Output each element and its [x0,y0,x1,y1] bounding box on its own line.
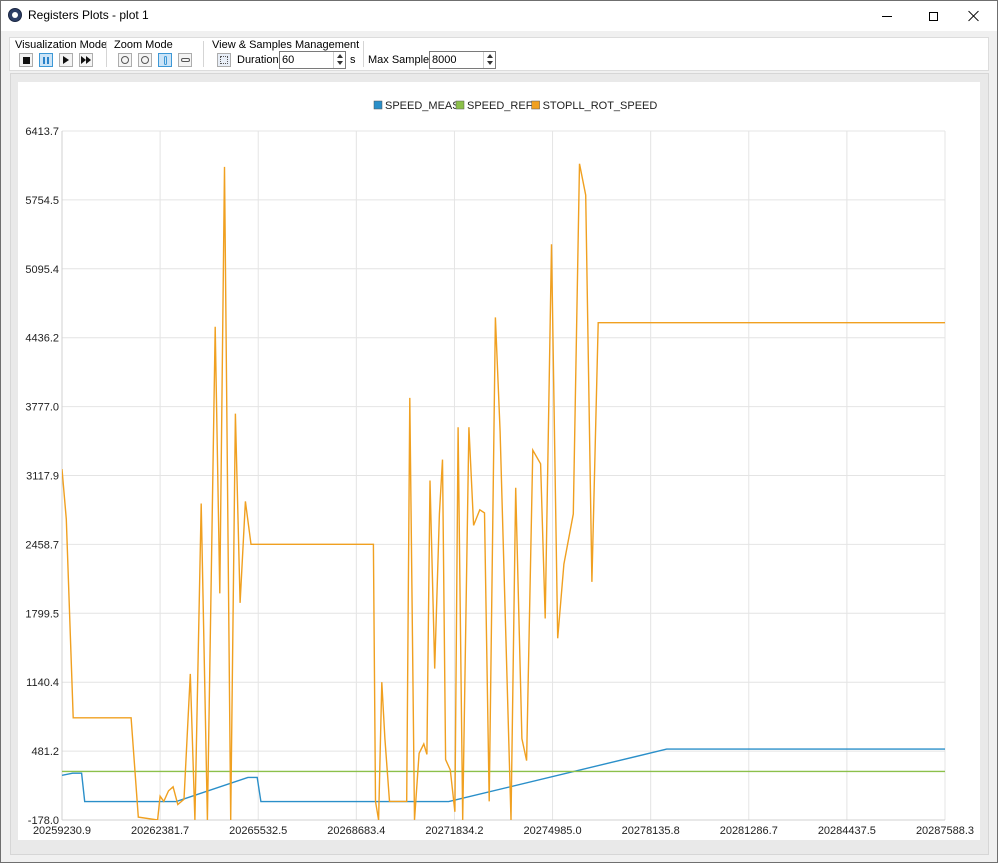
zoom-vertical-icon [163,55,167,65]
legend-label: SPEED_REF [467,100,533,112]
y-tick-label: 5754.5 [25,195,59,207]
close-button[interactable] [951,1,997,31]
maximize-icon [928,11,938,21]
legend-swatch [455,100,465,110]
max-samples-input[interactable] [431,53,484,67]
fit-view-button[interactable] [217,53,231,67]
window-title: Registers Plots - plot 1 [28,8,149,22]
duration-input[interactable] [281,53,334,67]
chevron-up-icon[interactable] [337,54,343,58]
y-tick-label: 2458.7 [25,539,59,551]
app-icon [8,8,22,22]
minimize-button[interactable] [864,1,910,31]
plot-area[interactable]: 20259230.9 20262381.7 20265532.5 20268683.4… [18,82,980,840]
view-samples-label: View & Samples Management [212,39,360,51]
play-button[interactable] [59,53,73,67]
y-tick-label: 1140.4 [26,677,59,689]
max-samples-spin-arrows[interactable] [483,52,495,68]
max-samples-label: Max Samples [368,54,435,66]
stop-button[interactable] [19,53,33,67]
duration-unit: s [350,54,356,66]
y-tick-label: 4436.2 [25,333,59,345]
fast-forward-icon [81,56,91,64]
zoom-horizontal-button[interactable] [178,53,192,67]
toolbar-divider [363,41,364,67]
legend-label: STOPLL_ROT_SPEED [543,100,658,112]
zoom-horizontal-icon [180,58,190,62]
y-tick-label: 1799.5 [25,608,59,620]
legend-swatch [531,100,540,110]
chevron-up-icon[interactable] [487,54,493,58]
chevron-down-icon[interactable] [487,61,493,65]
registers-plots-window: Registers Plots - plot 1 Visualization M… [0,0,998,863]
y-tick-label: 3117.9 [26,470,59,482]
chevron-down-icon[interactable] [337,61,343,65]
close-icon [968,10,980,22]
fast-forward-button[interactable] [79,53,93,67]
minimize-icon [882,15,892,17]
duration-stepper[interactable] [279,51,346,69]
stop-icon [22,56,30,64]
zoom-xy-icon [121,56,129,64]
zoom-vertical-button[interactable] [158,53,172,67]
x-tick-label: 20271834.2 [425,825,483,837]
y-tick-label: 6413.7 [25,126,59,138]
visualization-mode-label: Visualization Mode [15,39,108,51]
line-chart[interactable]: 20259230.9 20262381.7 20265532.5 20268683.4… [18,82,980,840]
y-tick-label: 481.2 [31,746,59,758]
x-tick-label: 20281286.7 [720,825,778,837]
x-tick-label: 20284437.5 [818,825,876,837]
title-bar[interactable]: Registers Plots - plot 1 [1,1,997,31]
y-tick-label: 3777.0 [25,402,59,414]
zoom-xy-button[interactable] [118,53,132,67]
duration-spin-arrows[interactable] [333,52,345,68]
x-tick-label: 20262381.7 [131,825,189,837]
x-tick-label: 20287588.3 [916,825,974,837]
series-line-stopll-rot-speed [62,163,945,820]
x-tick-label: 20274985.0 [523,825,581,837]
zoom-mode-label: Zoom Mode [114,39,173,51]
toolbar: Visualization Mode Zoom Mode View & Samp… [9,37,989,71]
legend-label: SPEED_MEAS [385,100,460,112]
zoom-mode-group: Zoom Mode [109,38,201,70]
zoom-center-icon [141,56,149,64]
y-tick-label: -178.0 [28,815,59,827]
max-samples-stepper[interactable] [429,51,496,69]
x-tick-label: 20268683.4 [327,825,385,837]
x-tick-label: 20278135.8 [622,825,680,837]
view-samples-group: View & Samples Management Duration s Max… [207,38,507,70]
zoom-center-button[interactable] [138,53,152,67]
play-icon [63,56,69,64]
fit-view-icon [220,56,228,64]
y-tick-label: 5095.4 [25,264,59,276]
pause-icon [43,56,49,64]
x-tick-label: 20265532.5 [229,825,287,837]
visualization-mode-group: Visualization Mode [10,38,108,70]
toolbar-divider [106,41,107,67]
toolbar-divider [203,41,204,67]
legend-swatch [373,100,383,110]
maximize-button[interactable] [910,1,956,31]
duration-label: Duration [237,54,279,66]
pause-button[interactable] [39,53,53,67]
